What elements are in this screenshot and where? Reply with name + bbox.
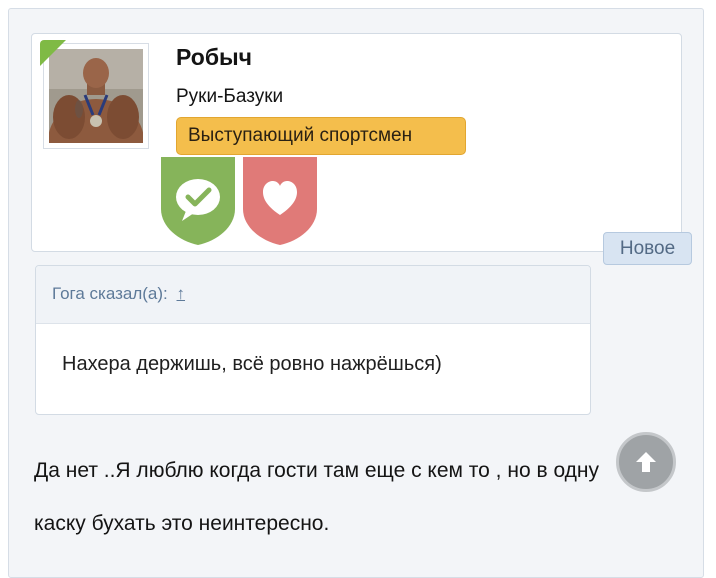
- quote-attribution: Гога сказал(а):: [52, 284, 168, 303]
- arrow-up-icon: [636, 452, 656, 472]
- badge-chat-check[interactable]: [161, 157, 235, 245]
- quote-jump-link[interactable]: ↑: [177, 284, 186, 303]
- quote-header: Гога сказал(а): ↑: [36, 266, 590, 324]
- quote-block: Гога сказал(а): ↑ Нахера держишь, всё ро…: [35, 265, 591, 415]
- new-label: Новое: [603, 232, 692, 265]
- post-message: Да нет ..Я люблю когда гости там еще с к…: [34, 459, 600, 535]
- user-title: Руки-Базуки: [176, 86, 284, 107]
- chat-check-icon: [161, 157, 235, 245]
- heart-icon: [243, 157, 317, 245]
- scroll-to-top-button[interactable]: [616, 432, 676, 492]
- badge-heart[interactable]: [243, 157, 317, 245]
- online-indicator: [40, 40, 66, 66]
- user-banner: Выступающий спортсмен: [176, 117, 466, 155]
- username[interactable]: Робыч: [176, 44, 252, 71]
- quote-text: Нахера держишь, всё ровно нажрёшься): [62, 353, 442, 375]
